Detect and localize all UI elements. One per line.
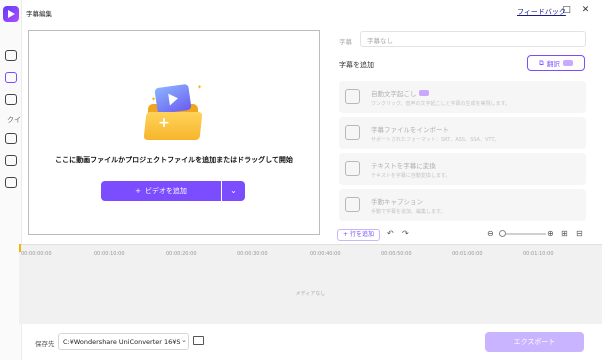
translate-button[interactable]: ⧉ 翻訳 — [527, 55, 585, 71]
restore-icon[interactable]: □ — [561, 5, 572, 16]
ruler-time: 00:00:40:00 — [310, 251, 341, 257]
zoom-out-icon[interactable]: ⊖ — [487, 229, 494, 238]
save-location-label: 保存先 — [35, 340, 55, 348]
translate-icon: ⧉ — [539, 58, 544, 67]
option-manual-caption[interactable]: 手動キャプション 手動で字幕を追加、編集します。 — [339, 189, 586, 221]
chevron-down-icon[interactable]: ⌄ — [222, 181, 245, 201]
add-subtitle-title: 字幕を追加 — [339, 61, 374, 69]
timeline-settings-icon[interactable]: ⊟ — [576, 229, 583, 238]
option-desc: 手動で字幕を追加、編集します。 — [371, 209, 446, 215]
document-icon[interactable] — [5, 94, 17, 105]
add-video-label: ビデオを追加 — [144, 187, 187, 195]
zoom-in-icon[interactable]: ⊕ — [547, 229, 554, 238]
timeline-empty-text: メディアなし — [295, 291, 326, 297]
toolbox-icon[interactable] — [5, 72, 17, 83]
plus-icon: + — [158, 115, 170, 131]
option-title: 手動キャプション — [371, 198, 423, 206]
ruler-time: 00:00:00:00 — [21, 251, 52, 257]
export-button[interactable]: エクスポート — [485, 332, 584, 352]
chevron-down-icon[interactable]: ⌄ — [181, 336, 187, 344]
option-text-to-subtitle[interactable]: テキストを字幕に変換 テキストを字幕に自動変換します。 — [339, 153, 586, 185]
folder-front — [143, 112, 203, 140]
option-desc: ワンクリック、音声の文字起こしと字幕の生成を実現します。 — [371, 101, 511, 107]
import-subtitle-icon — [345, 125, 360, 140]
app-logo-icon[interactable] — [3, 6, 19, 22]
ruler-time: 00:01:10:00 — [523, 251, 554, 257]
ai-badge — [562, 60, 573, 66]
option-import-subtitle[interactable]: 字幕ファイルをインポート サポートされたフォーマット：SRT、ASS、SSA、V… — [339, 117, 586, 149]
close-icon[interactable]: ✕ — [580, 5, 591, 16]
ruler-time: 00:00:50:00 — [381, 251, 412, 257]
sparkle-icon: ✦ — [151, 96, 157, 103]
fit-screen-icon[interactable]: ⊞ — [561, 229, 568, 238]
dropzone-instruction: ここに動画ファイルかプロジェクトファイルを追加またはドラッグして開始 — [55, 156, 293, 164]
option-desc: テキストを字幕に自動変換します。 — [371, 173, 451, 179]
screen-record-icon[interactable] — [5, 177, 17, 188]
option-auto-transcribe[interactable]: 自動文字起こし ワンクリック、音声の文字起こしと字幕の生成を実現します。 — [339, 81, 586, 113]
video-clip-icon — [154, 83, 192, 115]
option-title: 自動文字起こし — [371, 88, 429, 98]
ruler-time: 00:00:30:00 — [237, 251, 268, 257]
option-desc: サポートされたフォーマット：SRT、ASS、SSA、VTT。 — [371, 137, 500, 143]
add-video-button[interactable]: + ビデオを追加 — [101, 181, 221, 201]
sparkle-icon: ✦ — [197, 84, 203, 91]
ai-badge — [418, 90, 429, 96]
subtitle-label: 字幕 — [339, 38, 352, 46]
ruler-time: 00:00:20:00 — [166, 251, 197, 257]
ruler-time: 00:01:00:00 — [452, 251, 483, 257]
auto-transcribe-icon — [345, 89, 360, 104]
zoom-slider[interactable] — [499, 233, 546, 235]
manual-caption-icon — [345, 197, 360, 212]
redo-icon[interactable]: ↷ — [402, 229, 409, 238]
feedback-link[interactable]: フィードバック — [517, 7, 566, 17]
ruler-time: 00:00:10:00 — [94, 251, 125, 257]
subtitle-select[interactable]: 字幕なし — [360, 31, 586, 47]
save-location-select[interactable]: C:¥Wondershare UniConverter 16¥S — [58, 333, 189, 350]
option-title: テキストを字幕に変換 — [371, 162, 436, 170]
zoom-slider-thumb[interactable] — [499, 230, 506, 237]
add-row-button[interactable]: + 行を追加 — [337, 229, 380, 241]
plus-icon: + — [135, 187, 141, 195]
translate-label: 翻訳 — [546, 60, 560, 68]
rail-partial-label: クイ — [7, 116, 21, 124]
puzzle-icon[interactable] — [5, 133, 17, 144]
undo-icon[interactable]: ↶ — [387, 229, 394, 238]
window-title: 字幕編集 — [26, 10, 52, 18]
option-title: 字幕ファイルをインポート — [371, 126, 449, 134]
folder-icon[interactable] — [193, 336, 204, 345]
home-icon[interactable] — [5, 50, 17, 61]
text-to-subtitle-icon — [345, 161, 360, 176]
edit-icon[interactable] — [5, 155, 17, 166]
